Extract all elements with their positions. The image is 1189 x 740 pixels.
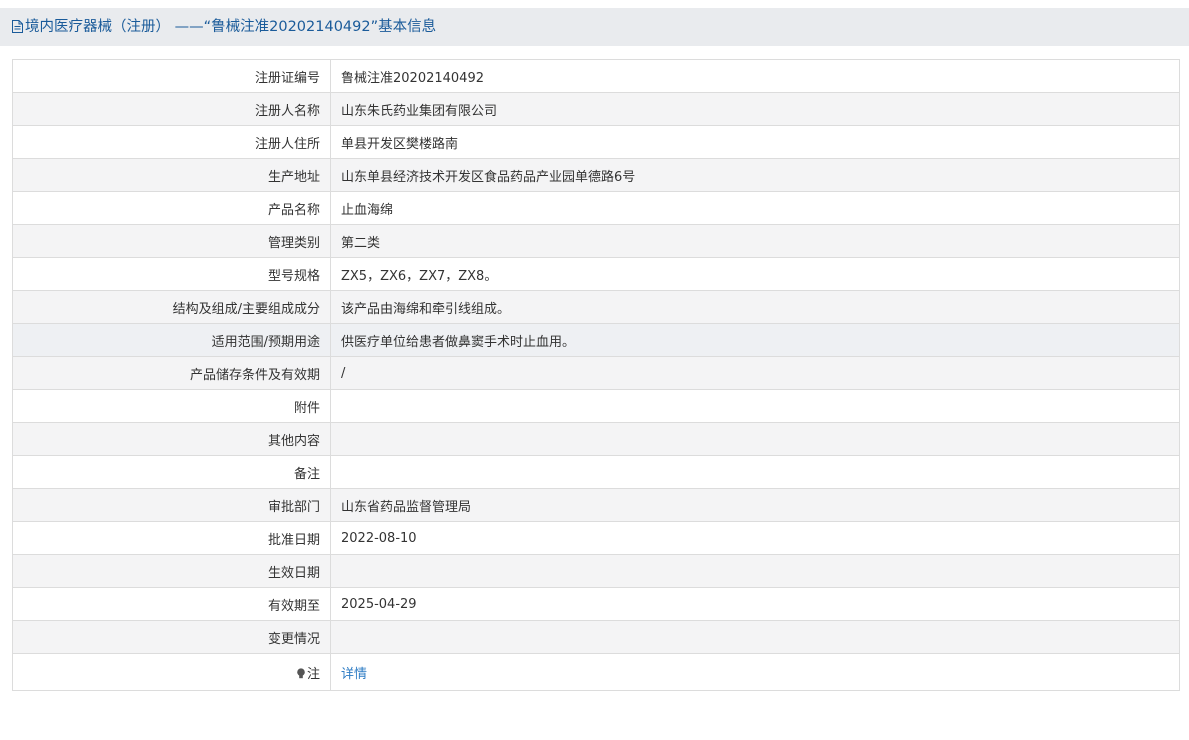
table-row: 有效期至 2025-04-29 — [12, 587, 1180, 621]
row-label: 生效日期 — [12, 554, 331, 588]
row-value: 2025-04-29 — [330, 587, 1180, 621]
document-icon — [12, 10, 23, 33]
table-row: 变更情况 — [12, 620, 1180, 654]
row-value: ZX5，ZX6，ZX7，ZX8。 — [330, 257, 1180, 291]
lightbulb-icon — [296, 667, 306, 679]
row-label: 变更情况 — [12, 620, 331, 654]
row-value: 山东单县经济技术开发区食品药品产业园单德路6号 — [330, 158, 1180, 192]
row-value — [330, 389, 1180, 423]
row-label: 备注 — [12, 455, 331, 489]
note-row: 注 详情 — [12, 653, 1180, 691]
panel-body: 注册证编号 鲁械注准20202140492 注册人名称 山东朱氏药业集团有限公司 注册人… — [0, 46, 1189, 720]
table-row: 生产地址 山东单县经济技术开发区食品药品产业园单德路6号 — [12, 158, 1180, 192]
table-row: 型号规格 ZX5，ZX6，ZX7，ZX8。 — [12, 257, 1180, 291]
table-row: 批准日期 2022-08-10 — [12, 521, 1180, 555]
row-label: 有效期至 — [12, 587, 331, 621]
table-row: 注册证编号 鲁械注准20202140492 — [12, 59, 1180, 93]
row-value — [330, 455, 1180, 489]
row-value — [330, 620, 1180, 654]
table-row: 结构及组成/主要组成成分 该产品由海绵和牵引线组成。 — [12, 290, 1180, 324]
panel-header: 境内医疗器械（注册） ——“鲁械注准20202140492”基本信息 — [0, 8, 1189, 46]
table-row: 附件 — [12, 389, 1180, 423]
row-value — [330, 554, 1180, 588]
row-value: 第二类 — [330, 224, 1180, 258]
table-row: 其他内容 — [12, 422, 1180, 456]
row-label: 管理类别 — [12, 224, 331, 258]
row-value: 2022-08-10 — [330, 521, 1180, 555]
row-label: 型号规格 — [12, 257, 331, 291]
row-label: 产品储存条件及有效期 — [12, 356, 331, 390]
row-label: 注册证编号 — [12, 59, 331, 93]
row-value: 该产品由海绵和牵引线组成。 — [330, 290, 1180, 324]
row-label: 注册人名称 — [12, 92, 331, 126]
row-value: 供医疗单位给患者做鼻窦手术时止血用。 — [330, 323, 1180, 357]
row-label: 审批部门 — [12, 488, 331, 522]
detail-panel: 境内医疗器械（注册） ——“鲁械注准20202140492”基本信息 注册证编号… — [0, 8, 1189, 720]
table-row: 注册人名称 山东朱氏药业集团有限公司 — [12, 92, 1180, 126]
row-label: 结构及组成/主要组成成分 — [12, 290, 331, 324]
row-label: 批准日期 — [12, 521, 331, 555]
table-row: 审批部门 山东省药品监督管理局 — [12, 488, 1180, 522]
row-value: 山东省药品监督管理局 — [330, 488, 1180, 522]
row-label: 产品名称 — [12, 191, 331, 225]
table-row: 产品储存条件及有效期 / — [12, 356, 1180, 390]
row-label: 注册人住所 — [12, 125, 331, 159]
row-label: 适用范围/预期用途 — [12, 323, 331, 357]
table-row: 适用范围/预期用途 供医疗单位给患者做鼻窦手术时止血用。 — [12, 323, 1180, 357]
row-value: 山东朱氏药业集团有限公司 — [330, 92, 1180, 126]
row-label: 生产地址 — [12, 158, 331, 192]
table-row: 注册人住所 单县开发区樊楼路南 — [12, 125, 1180, 159]
row-label: 注 — [12, 653, 331, 691]
row-value — [330, 422, 1180, 456]
row-value: / — [330, 356, 1180, 390]
row-value: 单县开发区樊楼路南 — [330, 125, 1180, 159]
page-title: 境内医疗器械（注册） ——“鲁械注准20202140492”基本信息 — [25, 19, 437, 35]
details-link[interactable]: 详情 — [341, 667, 367, 682]
row-value: 鲁械注准20202140492 — [330, 59, 1180, 93]
table-row: 备注 — [12, 455, 1180, 489]
row-value: 止血海绵 — [330, 191, 1180, 225]
row-label: 附件 — [12, 389, 331, 423]
table-row: 产品名称 止血海绵 — [12, 191, 1180, 225]
info-table: 注册证编号 鲁械注准20202140492 注册人名称 山东朱氏药业集团有限公司 注册人… — [12, 59, 1180, 691]
table-row: 管理类别 第二类 — [12, 224, 1180, 258]
row-value: 详情 — [330, 653, 1180, 691]
table-row: 生效日期 — [12, 554, 1180, 588]
note-label: 注 — [306, 666, 320, 682]
row-label: 其他内容 — [12, 422, 331, 456]
